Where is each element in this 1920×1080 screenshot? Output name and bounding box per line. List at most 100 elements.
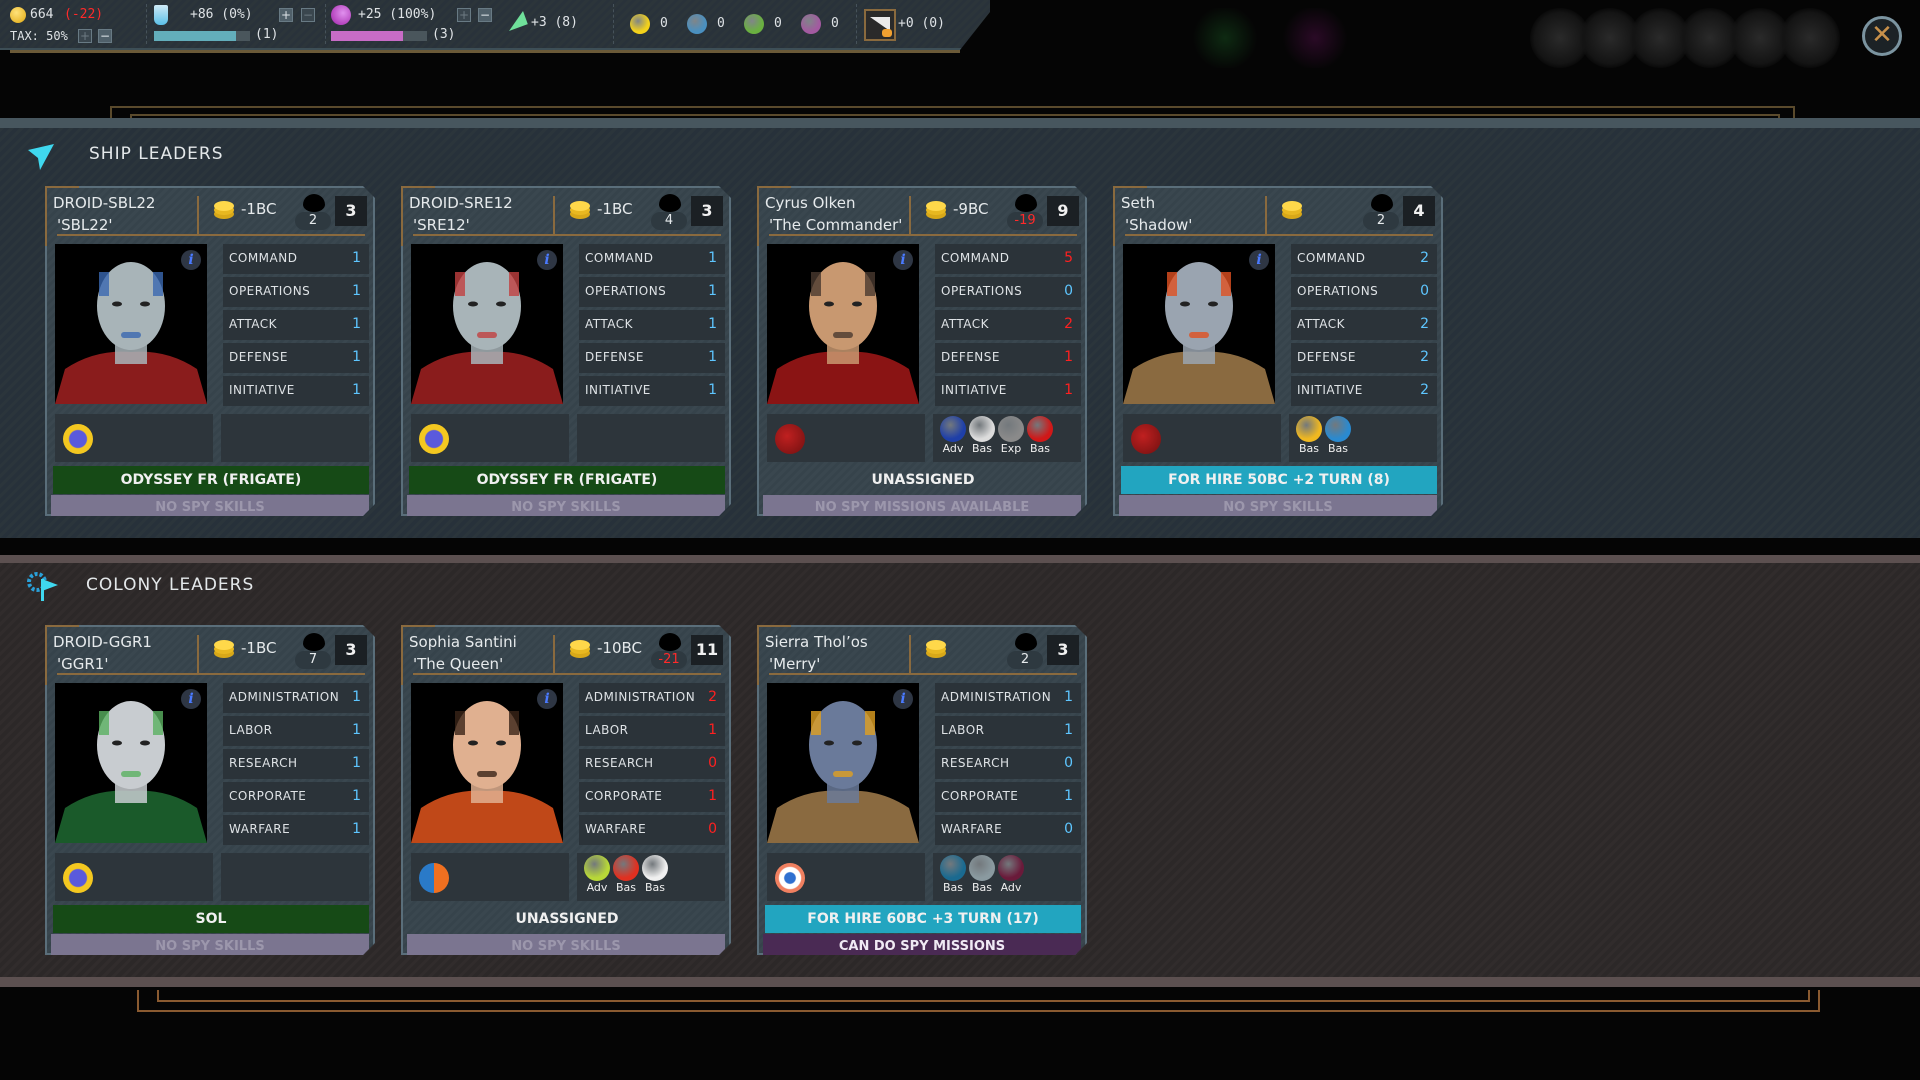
spy-status[interactable]: NO SPY SKILLS [51,495,369,516]
skill-badge[interactable]: Bas [612,855,640,895]
wolf-icon[interactable] [775,424,805,454]
leader-name: Sierra Thol’os [765,633,868,651]
upkeep-cost: -1BC [597,200,633,218]
stat-row: WARFARE 0 [935,815,1081,845]
skill-badge[interactable]: Adv [997,855,1025,895]
leader-name: DROID-SBL22 [53,194,156,212]
radar-icon [1325,416,1351,442]
skill-badge[interactable]: Adv [939,416,967,456]
stat-value: 2 [1420,316,1429,332]
header-divider [553,635,555,673]
leader-nickname: 'Merry' [769,655,821,673]
stat-label: CORPORATE [585,789,663,803]
influence-decrease-button[interactable]: − [478,8,492,22]
speech-bubble-icon [1371,194,1393,212]
leader-level: 3 [335,635,367,665]
stat-label: ATTACK [1297,317,1346,331]
spy-status[interactable]: NO SPY SKILLS [407,495,725,516]
credits-delta: (-22) [64,7,104,22]
skill-badge[interactable]: Bas [939,855,967,895]
robot-icon[interactable] [63,424,93,454]
influence-increase-button[interactable]: + [457,8,471,22]
tax-rate: TAX: 50% [10,29,68,43]
robot-icon[interactable] [63,863,93,893]
assignment-status[interactable]: ODYSSEY FR (FRIGATE) [409,466,725,494]
leader-name: Seth [1121,194,1156,212]
info-icon[interactable]: i [893,689,913,709]
spy-status[interactable]: NO SPY SKILLS [407,934,725,955]
stat-label: CORPORATE [941,789,1019,803]
wolf-icon[interactable] [1131,424,1161,454]
coin-icon [570,640,590,658]
medical-cross-icon [642,855,668,881]
skill-badge[interactable]: Bas [1324,416,1352,456]
info-icon[interactable]: i [1249,250,1269,270]
info-icon[interactable]: i [893,250,913,270]
skill-level: Bas [615,881,637,894]
assignment-status[interactable]: FOR HIRE 60BC +3 TURN (17) [765,905,1081,933]
robot-icon[interactable] [419,424,449,454]
circuit-icon[interactable] [419,863,449,893]
skill-box: Bas Bas [1289,414,1437,462]
info-icon[interactable]: i [181,689,201,709]
leader-card[interactable]: DROID-SBL22 'SBL22' -1BC 2 3 i COMMAND 1 O… [45,186,375,516]
stat-label: COMMAND [585,251,654,265]
research-decrease-button[interactable]: − [301,8,315,22]
leader-card[interactable]: Cyrus Olken 'The Commander' -9BC -19 9 i… [757,186,1087,516]
skill-level: Bas [1298,442,1320,455]
skill-badge[interactable]: Bas [641,855,669,895]
antimatter-count: 0 [660,16,668,31]
close-button[interactable]: ✕ [1862,16,1902,56]
tax-decrease-button[interactable]: − [98,29,112,43]
research-flask-icon [154,5,168,25]
info-icon[interactable]: i [537,689,557,709]
leader-name-block: Sophia Santini 'The Queen' [409,631,517,675]
ship-production-icon [864,9,896,41]
exotic-crystal-count: 0 [717,16,725,31]
assignment-status[interactable]: UNASSIGNED [409,905,725,933]
skill-badge[interactable]: Bas [968,855,996,895]
info-icon[interactable]: i [181,250,201,270]
assignment-status[interactable]: SOL [53,905,369,933]
skill-badge[interactable]: Bas [1295,416,1323,456]
credits-value: 664 [30,7,54,22]
info-icon[interactable]: i [537,250,557,270]
leader-nickname: 'The Commander' [769,216,903,234]
header-divider [553,196,555,234]
flask-chart-icon [584,855,610,881]
spy-status[interactable]: NO SPY SKILLS [1119,495,1437,516]
research-increase-button[interactable]: + [279,8,293,22]
skill-level: Adv [586,881,608,894]
eye-icon[interactable] [775,863,805,893]
assignment-status[interactable]: UNASSIGNED [765,466,1081,494]
skill-badge[interactable]: Bas [1026,416,1054,456]
leader-card[interactable]: Sierra Thol’os 'Merry' 2 3 i ADMINISTRAT… [757,625,1087,955]
stat-row: DEFENSE 1 [223,343,369,373]
stat-label: ATTACK [585,317,634,331]
stat-value: 0 [708,755,717,771]
stat-value: 1 [1064,788,1073,804]
tax-increase-button[interactable]: + [78,29,92,43]
skill-level: Adv [1000,881,1022,894]
skill-badge[interactable]: Bas [968,416,996,456]
skill-badge[interactable]: Exp [997,416,1025,456]
stat-value: 2 [1420,250,1429,266]
assignment-status[interactable]: ODYSSEY FR (FRIGATE) [53,466,369,494]
leader-card[interactable]: DROID-GGR1 'GGR1' -1BC 7 3 i ADMINISTRAT… [45,625,375,955]
spy-status[interactable]: CAN DO SPY MISSIONS [763,934,1081,955]
stat-value: 2 [1064,316,1073,332]
spy-status[interactable]: NO SPY SKILLS [51,934,369,955]
crowd-icon [613,855,639,881]
stat-value: 1 [708,349,717,365]
leader-card[interactable]: Sophia Santini 'The Queen' -10BC -21 11 … [401,625,731,955]
close-icon: ✕ [1871,20,1893,50]
leader-name-block: Sierra Thol’os 'Merry' [765,631,868,675]
exotic-crystal-icon [687,14,707,34]
leader-card[interactable]: DROID-SRE12 'SRE12' -1BC 4 3 i COMMAND 1 O… [401,186,731,516]
spy-status[interactable]: NO SPY MISSIONS AVAILABLE [763,495,1081,516]
rocket-plus-icon [998,416,1024,442]
skill-badge[interactable]: Adv [583,855,611,895]
stat-row: ATTACK 1 [223,310,369,340]
leader-card[interactable]: Seth 'Shadow' 2 4 i COMMAND 2 OPERATIONS 0 A… [1113,186,1443,516]
assignment-status[interactable]: FOR HIRE 50BC +2 TURN (8) [1121,466,1437,494]
